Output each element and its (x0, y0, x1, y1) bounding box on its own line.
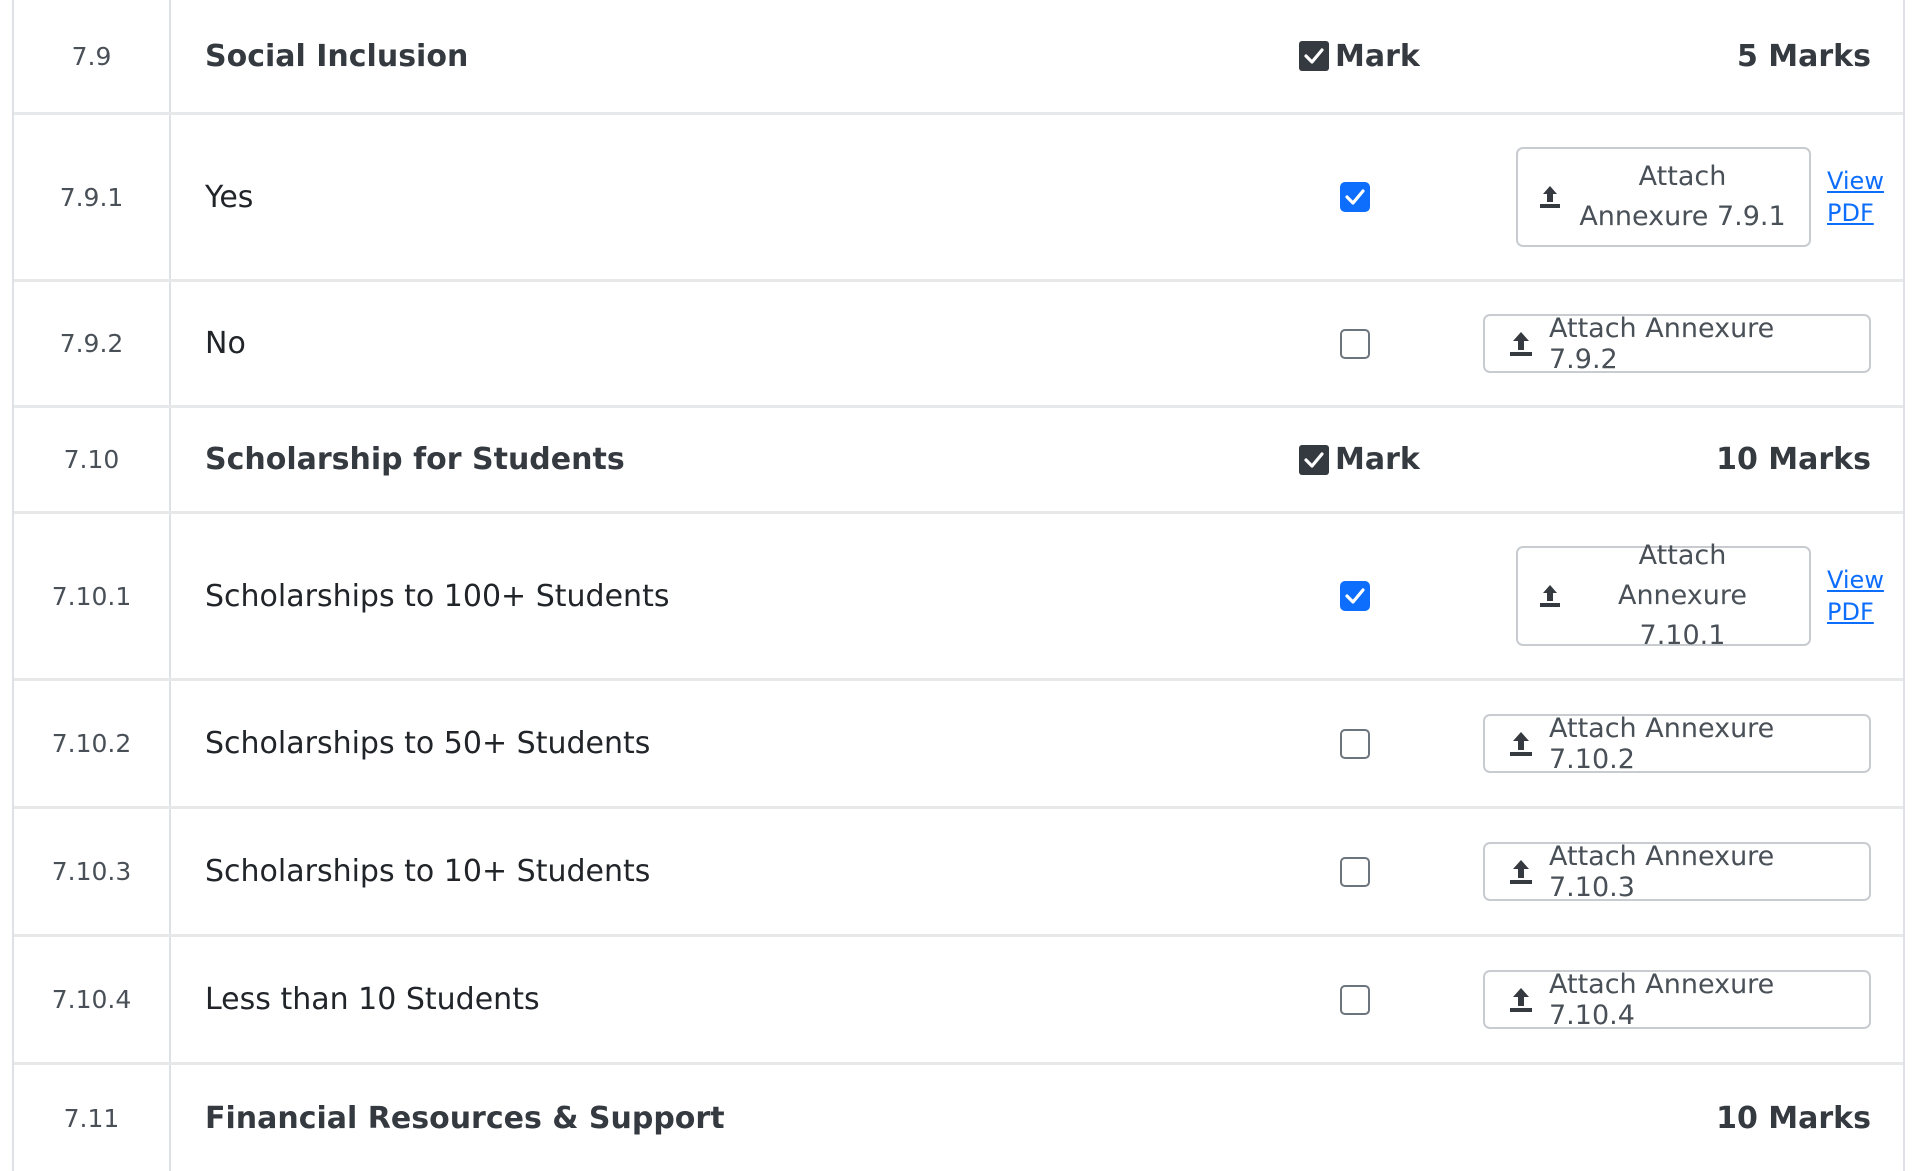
option-label: Scholarships to 100+ Students (205, 578, 670, 614)
attach-label: Attach Annexure 7.10.3 (1549, 840, 1775, 903)
marks-table: 7.9 Social Inclusion Mark 5 Marks 7.9.1 … (12, 0, 1905, 1171)
option-checkbox[interactable] (1340, 728, 1370, 759)
upload-icon (1507, 858, 1535, 886)
option-label: Less than 10 Students (205, 982, 540, 1017)
row-number: 7.9.2 (14, 282, 171, 405)
upload-icon (1538, 184, 1562, 210)
mark-checkbox[interactable] (1299, 444, 1329, 475)
attach-annexure-button[interactable]: Attach Annexure 7.9.1 (1516, 147, 1811, 247)
attach-label-line2: Annexure 7.9.1 (1579, 201, 1786, 232)
option-label: Scholarships to 50+ Students (205, 726, 651, 761)
upload-icon (1507, 330, 1535, 358)
view-link-line2: PDF (1827, 199, 1874, 227)
upload-icon (1507, 730, 1535, 758)
upload-icon (1507, 986, 1535, 1014)
view-pdf-link[interactable]: View PDF (1827, 564, 1884, 628)
section-row-7-9: 7.9 Social Inclusion Mark 5 Marks (14, 0, 1903, 115)
section-title: Financial Resources & Support (205, 1100, 725, 1136)
attach-annexure-button[interactable]: Attach Annexure 7.10.1 (1516, 540, 1811, 651)
attach-label-line1: Attach (1638, 161, 1727, 192)
attach-annexure-button[interactable]: Attach Annexure 7.10.2 (1483, 712, 1871, 775)
option-row-7-9-1: 7.9.1 Yes Attach Annexure 7.9.1 View PDF (14, 115, 1903, 282)
row-number: 7.9.1 (14, 115, 171, 279)
option-label: Scholarships to 10+ Students (205, 854, 651, 889)
attach-label: Attach Annexure 7.10.4 (1549, 968, 1775, 1031)
view-link-line1: View (1827, 566, 1884, 594)
attach-annexure-button[interactable]: Attach Annexure 7.10.4 (1483, 968, 1871, 1031)
attach-label-line2: 7.10.1 (1639, 620, 1726, 651)
option-checkbox[interactable] (1340, 182, 1370, 212)
row-number: 7.10.2 (14, 681, 171, 806)
option-row-7-10-3: 7.10.3 Scholarships to 10+ Students Atta… (14, 809, 1903, 937)
row-number: 7.10.4 (14, 937, 171, 1062)
mark-label: Mark (1335, 38, 1420, 74)
option-row-7-10-2: 7.10.2 Scholarships to 50+ Students Atta… (14, 681, 1903, 809)
attach-label-line1: Attach Annexure (1617, 540, 1748, 611)
upload-icon (1538, 583, 1562, 609)
check-icon (1345, 588, 1365, 604)
option-checkbox[interactable] (1340, 856, 1370, 887)
option-checkbox[interactable] (1340, 984, 1370, 1015)
row-number: 7.10 (14, 408, 171, 511)
option-checkbox[interactable] (1340, 328, 1370, 359)
marks-value: 10 Marks (1716, 442, 1871, 477)
check-icon (1304, 48, 1324, 64)
section-title: Scholarship for Students (205, 442, 625, 477)
mark-label: Mark (1335, 442, 1420, 477)
row-number: 7.10.1 (14, 514, 171, 678)
option-checkbox[interactable] (1340, 581, 1370, 611)
row-number: 7.10.3 (14, 809, 171, 934)
marks-value: 10 Marks (1716, 1100, 1871, 1136)
row-number: 7.11 (14, 1065, 171, 1171)
option-label: No (205, 326, 246, 361)
section-title: Social Inclusion (205, 38, 469, 74)
attach-annexure-button[interactable]: Attach Annexure 7.9.2 (1483, 312, 1871, 375)
mark-toggle[interactable]: Mark (1299, 442, 1420, 477)
option-row-7-10-1: 7.10.1 Scholarships to 100+ Students Att… (14, 514, 1903, 681)
check-icon (1345, 189, 1365, 205)
mark-toggle[interactable]: Mark (1299, 39, 1420, 74)
attach-annexure-button[interactable]: Attach Annexure 7.10.3 (1483, 840, 1871, 903)
section-row-7-11: 7.11 Financial Resources & Support 10 Ma… (14, 1065, 1903, 1171)
section-row-7-10: 7.10 Scholarship for Students Mark 10 Ma… (14, 408, 1903, 514)
option-row-7-9-2: 7.9.2 No Attach Annexure 7.9.2 (14, 282, 1903, 408)
option-row-7-10-4: 7.10.4 Less than 10 Students Attach Anne… (14, 937, 1903, 1065)
view-link-line2: PDF (1827, 598, 1874, 626)
view-pdf-link[interactable]: View PDF (1827, 165, 1884, 229)
attach-label: Attach Annexure 7.10.2 (1549, 712, 1775, 775)
row-number: 7.9 (14, 0, 171, 112)
mark-checkbox[interactable] (1299, 41, 1329, 71)
check-icon (1304, 451, 1324, 468)
option-label: Yes (205, 179, 254, 215)
attach-label: Attach Annexure 7.9.2 (1549, 312, 1775, 375)
view-link-line1: View (1827, 167, 1884, 195)
marks-value: 5 Marks (1736, 38, 1871, 74)
